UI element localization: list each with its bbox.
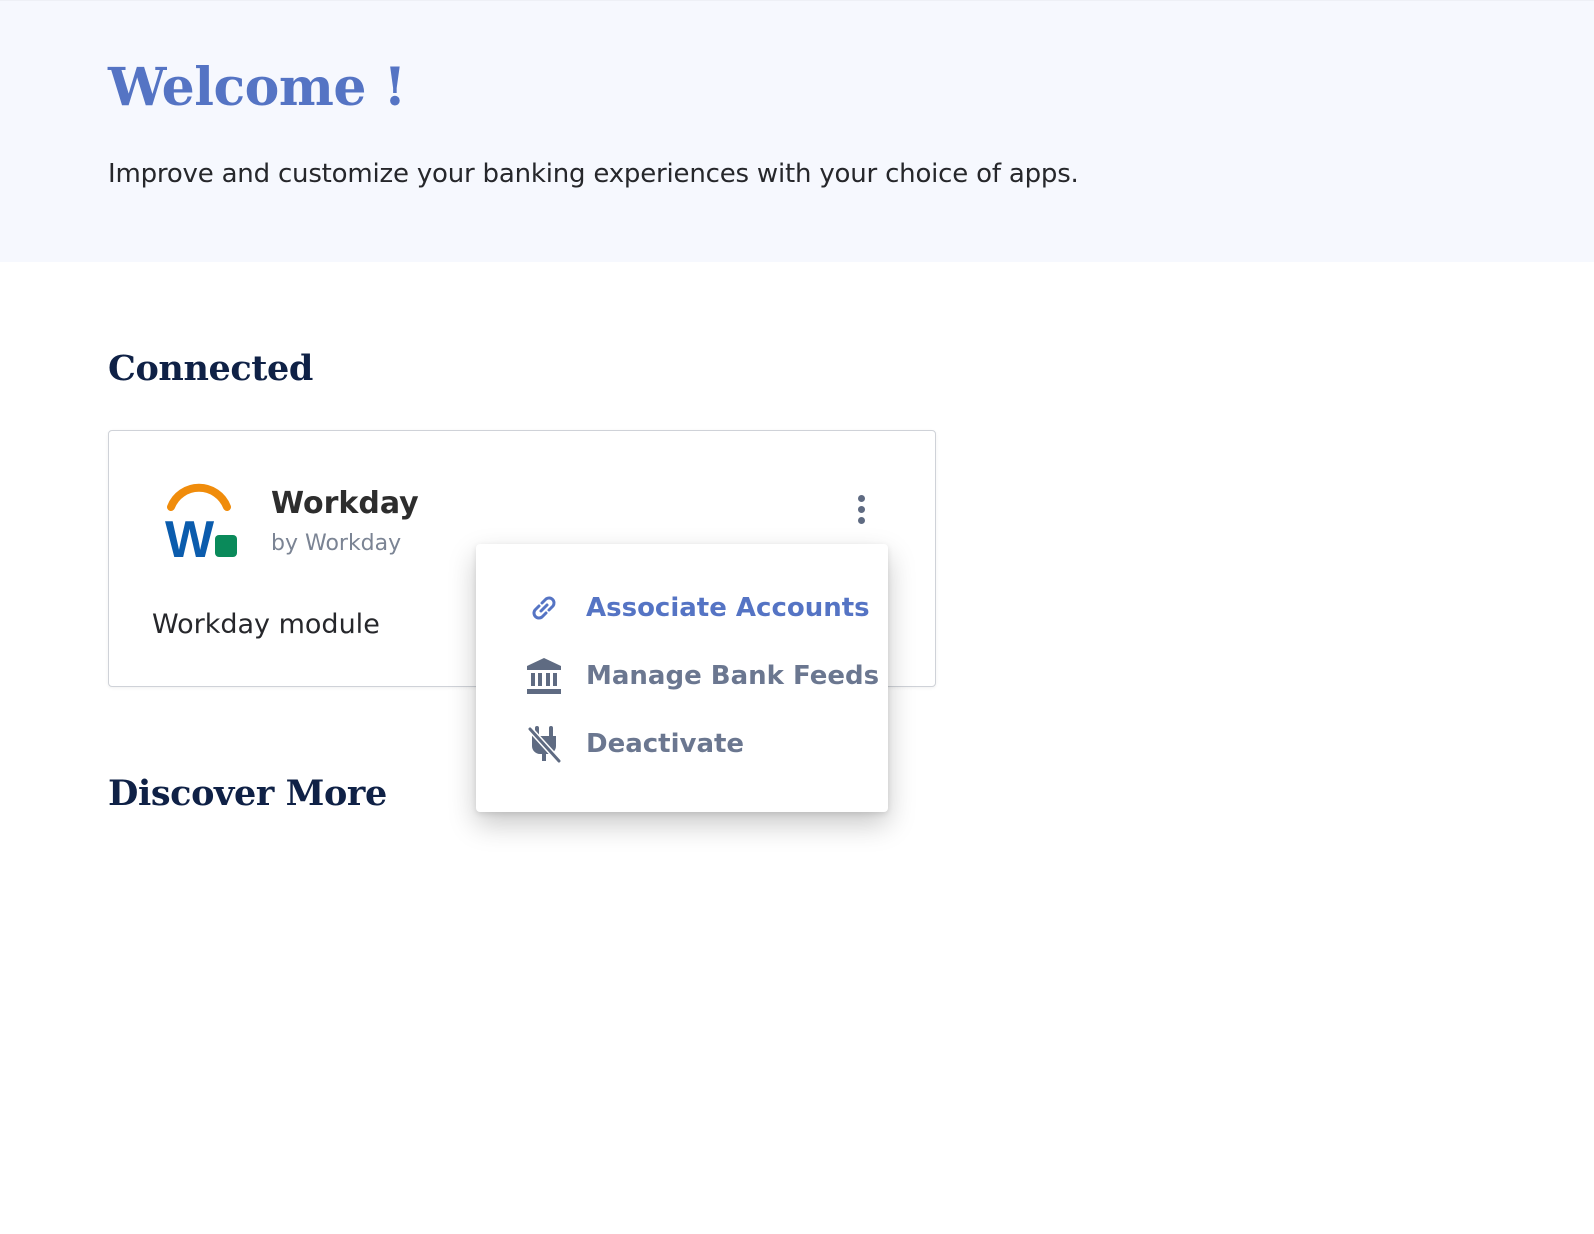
menu-item-manage-bank-feeds[interactable]: Manage Bank Feeds <box>524 656 879 696</box>
workday-logo: W <box>165 479 241 569</box>
app-name: Workday <box>271 486 419 521</box>
plug-off-icon <box>524 724 564 764</box>
kebab-menu-icon[interactable] <box>847 487 875 531</box>
discover-more-section-title: Discover More <box>108 773 387 814</box>
app-actions-menu: Associate Accounts Manage Bank Feeds Dea… <box>476 544 888 812</box>
page-subtitle: Improve and customize your banking exper… <box>108 159 1079 189</box>
menu-item-deactivate[interactable]: Deactivate <box>524 724 744 764</box>
app-vendor: by Workday <box>271 531 402 556</box>
bank-icon <box>524 656 564 696</box>
link-icon <box>524 588 564 628</box>
menu-item-associate-accounts[interactable]: Associate Accounts <box>524 588 870 628</box>
connected-section-title: Connected <box>108 348 313 389</box>
svg-text:W: W <box>165 511 215 559</box>
menu-item-label: Manage Bank Feeds <box>586 661 880 691</box>
welcome-banner: Welcome ! Improve and customize your ban… <box>0 0 1594 262</box>
menu-item-label: Deactivate <box>586 729 745 759</box>
app-description: Workday module <box>152 609 380 640</box>
menu-item-label: Associate Accounts <box>586 593 870 623</box>
page-title: Welcome ! <box>108 57 406 118</box>
